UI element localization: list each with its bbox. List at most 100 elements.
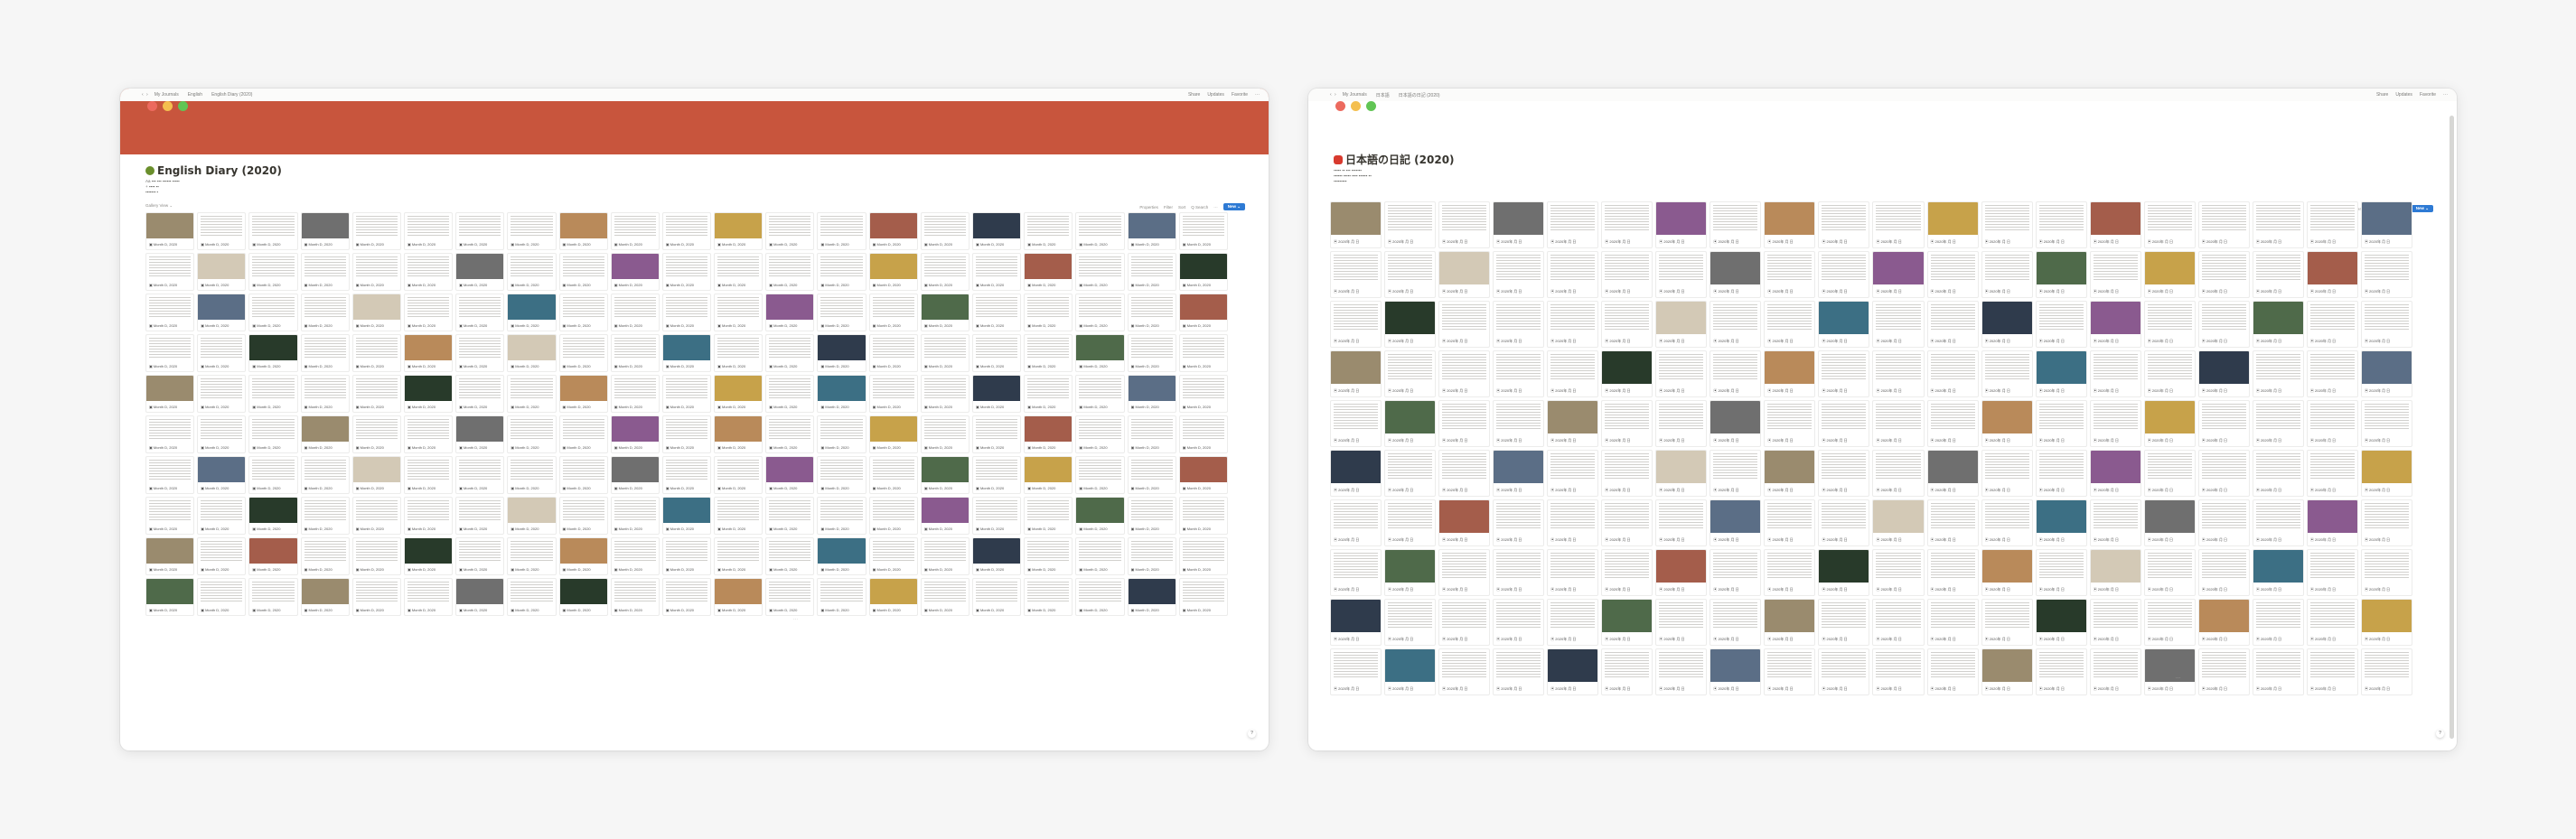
updates-button[interactable]: Updates [1207,92,1224,98]
gallery-card[interactable]: ▣ Month D, 2020 [145,415,195,453]
gallery-card[interactable]: ▣ Month D, 2020 [248,253,298,291]
gallery-card[interactable]: ▣ 2020年 月 日 [2089,599,2141,646]
gallery-card[interactable]: ▣ Month D, 2020 [351,212,401,250]
gallery-card[interactable]: ▣ Month D, 2020 [507,334,557,372]
gallery-card[interactable]: ▣ 2020年 月 日 [1710,201,1762,248]
gallery-card[interactable]: ▣ 2020年 月 日 [2035,350,2087,397]
gallery-card[interactable]: ▣ 2020年 月 日 [1818,400,1870,447]
gallery-card[interactable]: ▣ Month D, 2020 [403,415,454,453]
gallery-card[interactable]: ▣ Month D, 2020 [197,456,247,494]
gallery-card[interactable]: ▣ 2020年 月 日 [2252,400,2304,447]
gallery-card[interactable]: ▣ 2020年 月 日 [1710,350,1762,397]
gallery-card[interactable]: ▣ 2020年 月 日 [2035,499,2087,546]
gallery-card[interactable]: ▣ 2020年 月 日 [1438,201,1491,248]
gallery-card[interactable]: ▣ Month D, 2020 [403,497,454,535]
gallery-card[interactable]: ▣ Month D, 2020 [610,294,660,331]
gallery-card[interactable]: ▣ Month D, 2020 [765,537,815,575]
gallery-card[interactable]: ▣ Month D, 2020 [507,212,557,250]
gallery-card[interactable]: ▣ 2020年 月 日 [2252,648,2304,695]
gallery-card[interactable]: ▣ Month D, 2020 [765,294,815,331]
gallery-card[interactable]: ▣ 2020年 月 日 [1601,251,1653,298]
gallery-card[interactable]: ▣ 2020年 月 日 [1330,549,1382,596]
gallery-card[interactable]: ▣ 2020年 月 日 [1384,301,1437,348]
gallery-card[interactable]: ▣ 2020年 月 日 [1438,350,1491,397]
gallery-card[interactable]: ▣ 2020年 月 日 [1330,301,1382,348]
gallery-card[interactable]: ▣ Month D, 2020 [300,415,350,453]
minimize-window-button[interactable] [163,101,173,111]
gallery-card[interactable]: ▣ 2020年 月 日 [1872,648,1925,695]
gallery-card[interactable]: ▣ 2020年 月 日 [1493,549,1545,596]
gallery-card[interactable]: ▣ Month D, 2020 [610,334,660,372]
gallery-card[interactable]: ▣ Month D, 2020 [1024,212,1073,250]
gallery-card[interactable]: ▣ 2020年 月 日 [1872,350,1925,397]
gallery-card[interactable]: ▣ 2020年 月 日 [2089,350,2141,397]
gallery-card[interactable]: ▣ 2020年 月 日 [2197,400,2250,447]
gallery-card[interactable]: ▣ Month D, 2020 [351,537,401,575]
more-options-button[interactable]: ··· [1255,92,1260,98]
gallery-card[interactable]: ▣ 2020年 月 日 [1493,599,1545,646]
gallery-card[interactable]: ▣ 2020年 月 日 [1655,400,1708,447]
gallery-card[interactable]: ▣ 2020年 月 日 [2360,499,2412,546]
gallery-card[interactable]: ▣ Month D, 2020 [1024,294,1073,331]
gallery-card[interactable]: ▣ Month D, 2020 [558,578,608,616]
gallery-card[interactable]: ▣ Month D, 2020 [661,253,712,291]
gallery-card[interactable]: ▣ Month D, 2020 [145,212,195,250]
gallery-card[interactable]: ▣ Month D, 2020 [920,456,970,494]
gallery-card[interactable]: ▣ 2020年 月 日 [1710,549,1762,596]
gallery-card[interactable]: ▣ 2020年 月 日 [1872,450,1925,497]
breadcrumb-item[interactable]: 日本語の日記 (2020) [1399,92,1440,98]
gallery-card[interactable]: ▣ Month D, 2020 [765,212,815,250]
gallery-card[interactable]: ▣ Month D, 2020 [714,334,763,372]
gallery-card[interactable]: ▣ 2020年 月 日 [1818,201,1870,248]
gallery-card[interactable]: ▣ Month D, 2020 [661,497,712,535]
breadcrumb-item[interactable]: My Journals [155,92,179,98]
gallery-card[interactable]: ▣ Month D, 2020 [558,415,608,453]
gallery-card[interactable]: ▣ 2020年 月 日 [1493,201,1545,248]
gallery-card[interactable]: ▣ Month D, 2020 [972,212,1022,250]
gallery-card[interactable]: ▣ Month D, 2020 [661,294,712,331]
gallery-card[interactable]: ▣ Month D, 2020 [817,212,866,250]
gallery-card[interactable]: ▣ Month D, 2020 [610,375,660,413]
gallery-card[interactable]: ▣ Month D, 2020 [868,294,918,331]
gallery-card[interactable]: ▣ 2020年 月 日 [2035,599,2087,646]
gallery-card[interactable]: ▣ 2020年 月 日 [1493,251,1545,298]
gallery-card[interactable]: ▣ 2020年 月 日 [1493,499,1545,546]
gallery-card[interactable]: ▣ Month D, 2020 [714,497,763,535]
gallery-card[interactable]: ▣ 2020年 月 日 [2306,251,2358,298]
gallery-card[interactable]: ▣ 2020年 月 日 [1818,450,1870,497]
gallery-card[interactable]: ▣ Month D, 2020 [403,578,454,616]
gallery-card[interactable]: ▣ 2020年 月 日 [1926,350,1979,397]
gallery-card[interactable]: ▣ 2020年 月 日 [2035,648,2087,695]
gallery-card[interactable]: ▣ 2020年 月 日 [2306,450,2358,497]
gallery-card[interactable]: ▣ 2020年 月 日 [1872,201,1925,248]
gallery-card[interactable]: ▣ 2020年 月 日 [1547,251,1599,298]
gallery-card[interactable]: ▣ 2020年 月 日 [1601,549,1653,596]
gallery-card[interactable]: ▣ Month D, 2020 [972,375,1022,413]
gallery-card[interactable]: ▣ Month D, 2020 [868,375,918,413]
gallery-card[interactable]: ▣ Month D, 2020 [1075,415,1125,453]
gallery-card[interactable]: ▣ Month D, 2020 [455,212,505,250]
gallery-card[interactable]: ▣ 2020年 月 日 [1926,499,1979,546]
gallery-card[interactable]: ▣ Month D, 2020 [1127,537,1176,575]
gallery-card[interactable]: ▣ 2020年 月 日 [1655,201,1708,248]
gallery-card[interactable]: ▣ 2020年 月 日 [2252,201,2304,248]
gallery-card[interactable]: ▣ Month D, 2020 [817,415,866,453]
gallery-card[interactable]: ▣ Month D, 2020 [972,334,1022,372]
gallery-card[interactable]: ▣ Month D, 2020 [351,415,401,453]
gallery-card[interactable]: ▣ 2020年 月 日 [1547,350,1599,397]
gallery-card[interactable]: ▣ 2020年 月 日 [1655,599,1708,646]
gallery-card[interactable]: ▣ Month D, 2020 [1178,415,1228,453]
gallery-card[interactable]: ▣ 2020年 月 日 [1493,450,1545,497]
gallery-card[interactable]: ▣ 2020年 月 日 [1384,499,1437,546]
gallery-card[interactable]: ▣ Month D, 2020 [661,334,712,372]
gallery-card[interactable]: ▣ 2020年 月 日 [1547,599,1599,646]
gallery-card[interactable]: ▣ Month D, 2020 [197,578,247,616]
gallery-card[interactable]: ▣ 2020年 月 日 [2089,251,2141,298]
gallery-card[interactable]: ▣ Month D, 2020 [507,537,557,575]
gallery-card[interactable]: ▣ 2020年 月 日 [2035,301,2087,348]
gallery-card[interactable]: ▣ 2020年 月 日 [1330,400,1382,447]
gallery-card[interactable]: ▣ 2020年 月 日 [1384,350,1437,397]
gallery-card[interactable]: ▣ Month D, 2020 [145,497,195,535]
gallery-card[interactable]: ▣ 2020年 月 日 [2143,648,2196,695]
gallery-card[interactable]: ▣ 2020年 月 日 [1926,549,1979,596]
